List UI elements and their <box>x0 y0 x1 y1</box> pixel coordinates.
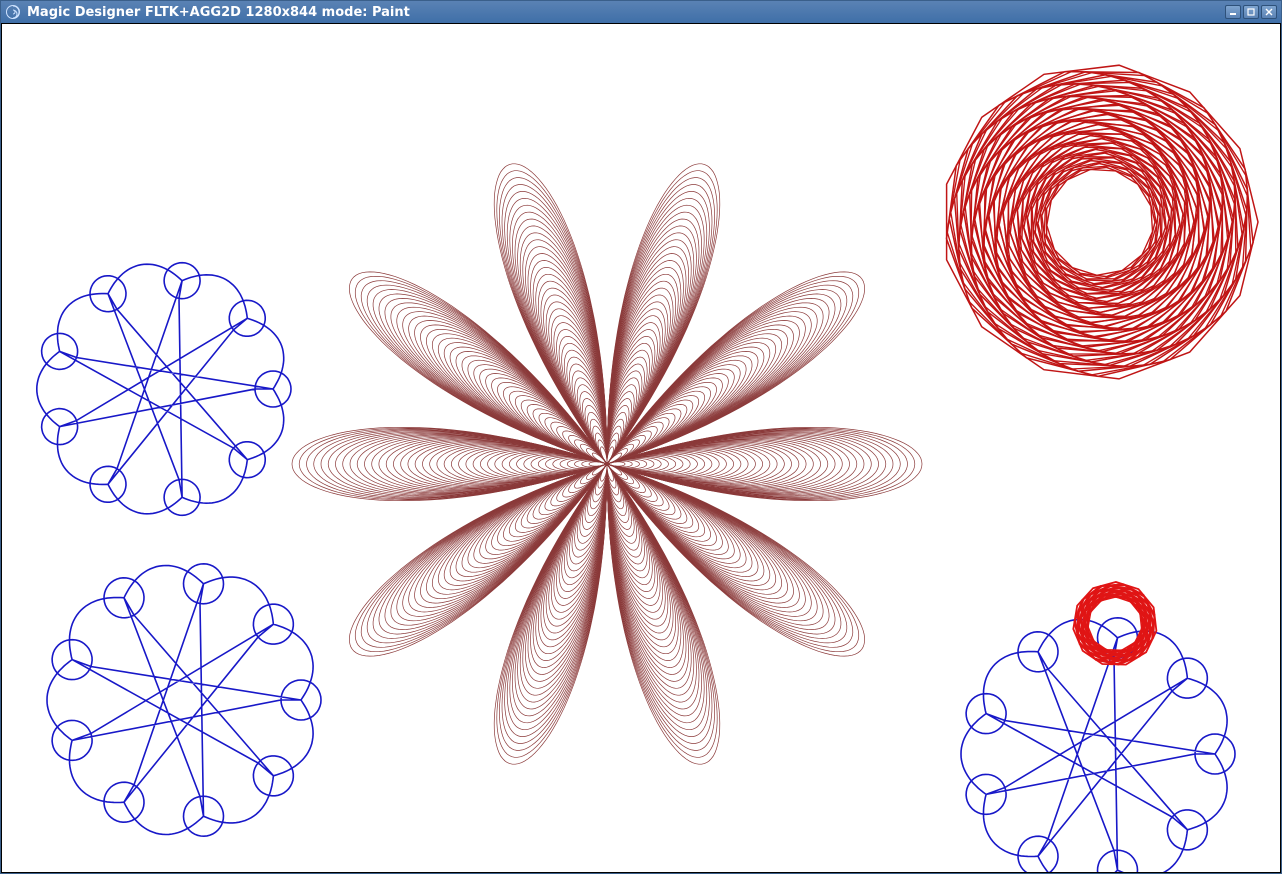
close-button[interactable] <box>1261 5 1277 19</box>
app-spiro-icon <box>5 4 21 20</box>
close-icon <box>1265 8 1273 16</box>
maximize-icon <box>1247 8 1255 16</box>
red-dense-ring-poly-0 <box>1047 167 1155 276</box>
blue-star-top-left-star <box>42 263 291 516</box>
drawing-canvas[interactable] <box>1 23 1281 873</box>
blue-star-bottom-left-star <box>52 564 321 836</box>
maximize-button[interactable] <box>1243 5 1259 19</box>
red-dense-ring-poly2-3 <box>1036 159 1162 285</box>
titlebar[interactable]: Magic Designer FLTK+AGG2D 1280x844 mode:… <box>1 1 1281 23</box>
blue-star-bottom-left-outline <box>47 566 313 835</box>
window-title: Magic Designer FLTK+AGG2D 1280x844 mode:… <box>27 5 1225 20</box>
red-dense-ring-poly2-1 <box>1044 166 1156 279</box>
window-controls <box>1225 5 1277 19</box>
blue-star-top-left-outline <box>37 264 284 514</box>
app-window: Magic Designer FLTK+AGG2D 1280x844 mode:… <box>0 0 1282 874</box>
red-dense-ring-poly2-2 <box>1041 162 1161 281</box>
minimize-icon <box>1229 8 1237 16</box>
canvas-svg <box>2 24 1281 873</box>
red-dense-ring-poly-1 <box>1042 164 1158 280</box>
red-dense-ring-poly2-0 <box>1047 170 1153 276</box>
minimize-button[interactable] <box>1225 5 1241 19</box>
